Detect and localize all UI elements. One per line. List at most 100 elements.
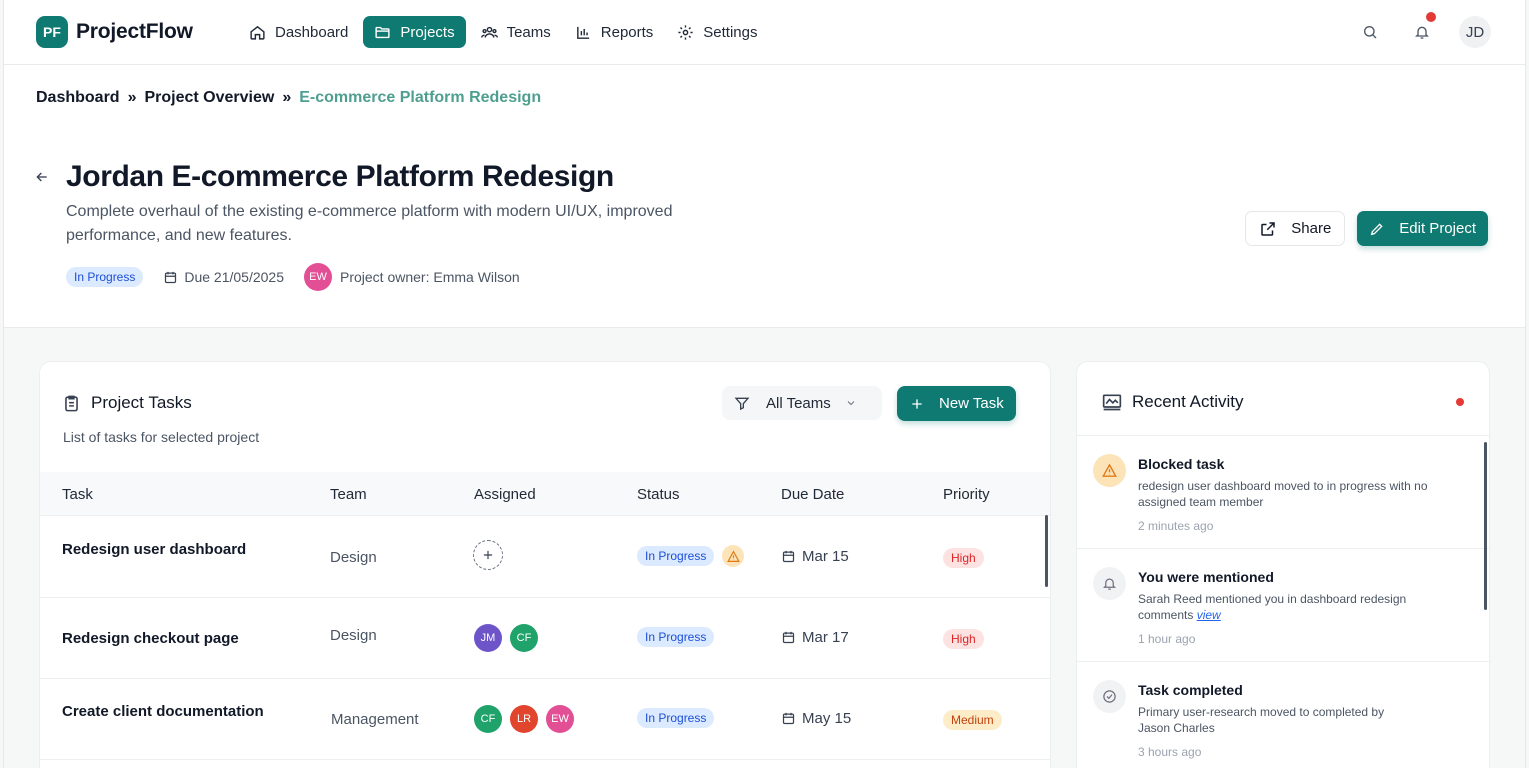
activity-scrollbar[interactable] xyxy=(1484,442,1487,610)
calendar-icon xyxy=(165,271,177,283)
due-date-text: Due 21/05/2025 xyxy=(184,269,284,285)
header-actions: JD xyxy=(1355,12,1491,48)
nav-label: Projects xyxy=(400,23,455,41)
bell-icon xyxy=(1415,26,1429,39)
task-due-date: Mar 15 xyxy=(781,548,849,565)
task-name[interactable]: Create client documentation xyxy=(62,703,264,720)
top-navbar: PF ProjectFlow Dashboard Projects Teams … xyxy=(4,0,1525,65)
project-actions: Share Edit Project xyxy=(1245,211,1488,246)
column-header-status[interactable]: Status xyxy=(637,486,680,503)
activity-item[interactable]: Blocked task redesign user dashboard mov… xyxy=(1077,435,1489,548)
app-logo[interactable]: PF ProjectFlow xyxy=(36,16,193,48)
plus-icon xyxy=(912,398,922,409)
clipboard-list-icon xyxy=(65,395,78,411)
nav-item-reports[interactable]: Reports xyxy=(566,16,663,48)
task-status: In Progress xyxy=(637,708,715,728)
column-header-assigned[interactable]: Assigned xyxy=(474,486,536,503)
project-meta: In Progress Due 21/05/2025 EW Project ow… xyxy=(66,263,520,291)
edit-project-button[interactable]: Edit Project xyxy=(1357,211,1488,246)
column-header-priority[interactable]: Priority xyxy=(943,486,990,503)
activity-item[interactable]: You were mentioned Sarah Reed mentioned … xyxy=(1077,548,1489,661)
due-text: Mar 15 xyxy=(802,548,849,565)
nav-item-projects[interactable]: Projects xyxy=(363,16,466,48)
table-row[interactable]: Redesign user dashboard Design In Progre… xyxy=(40,517,1050,598)
nav-label: Teams xyxy=(506,23,551,41)
team-filter-select[interactable]: All Teams xyxy=(722,386,882,420)
activity-heading: Task completed xyxy=(1138,682,1243,698)
due-text: May 15 xyxy=(802,710,852,727)
column-header-team[interactable]: Team xyxy=(330,486,367,503)
due-text: Mar 17 xyxy=(802,629,849,646)
activity-chart-icon xyxy=(1102,394,1122,411)
activity-body: redesign user dashboard moved to in prog… xyxy=(1138,479,1428,509)
back-arrow-icon[interactable] xyxy=(34,169,50,185)
breadcrumb-separator: » xyxy=(127,89,137,106)
column-header-task[interactable]: Task xyxy=(62,486,93,503)
user-avatar[interactable]: JD xyxy=(1459,16,1491,48)
blocked-warning[interactable] xyxy=(722,545,745,567)
activity-card-title: Recent Activity xyxy=(1102,392,1244,412)
activity-heading: Blocked task xyxy=(1138,456,1225,472)
folder-icon xyxy=(375,26,390,38)
tasks-scrollbar[interactable] xyxy=(1045,515,1048,587)
search-button[interactable] xyxy=(1355,17,1385,47)
avatar[interactable]: CF xyxy=(510,624,538,652)
app-name: ProjectFlow xyxy=(76,20,193,43)
window-border-right xyxy=(1525,0,1526,768)
avatar[interactable]: CF xyxy=(474,705,502,733)
new-task-button[interactable]: New Task xyxy=(897,386,1016,421)
avatar[interactable]: EW xyxy=(546,705,574,733)
chevron-down-icon xyxy=(847,401,855,406)
nav-label: Dashboard xyxy=(275,23,349,41)
activity-title: Recent Activity xyxy=(1132,392,1244,411)
activity-item[interactable]: Task completed Primary user-research mov… xyxy=(1077,661,1489,768)
notification-dot xyxy=(1426,12,1436,22)
project-header: Dashboard » Project Overview » E-commerc… xyxy=(4,65,1525,328)
activity-icon xyxy=(1093,680,1126,713)
activity-body: Primary user-research moved to completed… xyxy=(1138,705,1385,735)
owner-label: Project owner: Emma Wilson xyxy=(340,269,520,285)
add-assignee-button[interactable] xyxy=(473,540,503,570)
notifications-button[interactable] xyxy=(1407,12,1437,47)
nav-label: Settings xyxy=(703,23,758,41)
breadcrumb-project-overview[interactable]: Project Overview xyxy=(144,89,274,107)
due-date: Due 21/05/2025 xyxy=(163,269,284,285)
filter-icon xyxy=(734,397,750,411)
assignees xyxy=(473,540,503,570)
task-team: Design xyxy=(330,549,377,566)
avatar: EW xyxy=(304,263,332,291)
activity-body-text: Sarah Reed mentioned you in dashboard re… xyxy=(1138,592,1407,622)
breadcrumb-current: E-commerce Platform Redesign xyxy=(299,89,542,106)
calendar-icon xyxy=(782,712,795,725)
avatar[interactable]: LR xyxy=(510,705,538,733)
nav-item-teams[interactable]: Teams xyxy=(472,16,560,48)
column-header-due-date[interactable]: Due Date xyxy=(781,486,844,503)
project-owner: EW Project owner: Emma Wilson xyxy=(304,263,520,291)
task-name[interactable]: Redesign checkout page xyxy=(62,630,239,647)
task-status: In Progress xyxy=(637,545,745,567)
nav-item-dashboard[interactable]: Dashboard xyxy=(240,16,357,48)
share-button[interactable]: Share xyxy=(1245,211,1346,246)
edit-label: Edit Project xyxy=(1399,220,1476,237)
users-icon xyxy=(480,26,498,38)
activity-body: Sarah Reed mentioned you in dashboard re… xyxy=(1138,591,1428,623)
page-title: Jordan E-commerce Platform Redesign xyxy=(66,160,614,193)
plus-icon xyxy=(483,550,493,560)
activity-icon xyxy=(1093,454,1126,487)
view-link[interactable]: view xyxy=(1197,608,1221,622)
assignees: CF LR EW xyxy=(474,705,574,733)
table-row[interactable]: Create client documentation Management C… xyxy=(40,679,1050,760)
breadcrumb-dashboard[interactable]: Dashboard xyxy=(36,89,120,107)
home-icon xyxy=(250,25,265,40)
breadcrumb: Dashboard » Project Overview » E-commerc… xyxy=(36,89,541,107)
task-team: Management xyxy=(331,711,419,728)
avatar[interactable]: JM xyxy=(474,624,502,652)
live-indicator-dot xyxy=(1456,398,1464,406)
task-name[interactable]: Redesign user dashboard xyxy=(62,541,246,558)
nav-item-settings[interactable]: Settings xyxy=(668,16,766,48)
assignees: JM CF xyxy=(474,624,538,652)
new-task-label: New Task xyxy=(939,395,1004,412)
activity-time: 2 minutes ago xyxy=(1138,519,1214,533)
table-row[interactable]: Redesign checkout page Design JM CF In P… xyxy=(40,598,1050,679)
task-due-date: May 15 xyxy=(781,710,851,727)
